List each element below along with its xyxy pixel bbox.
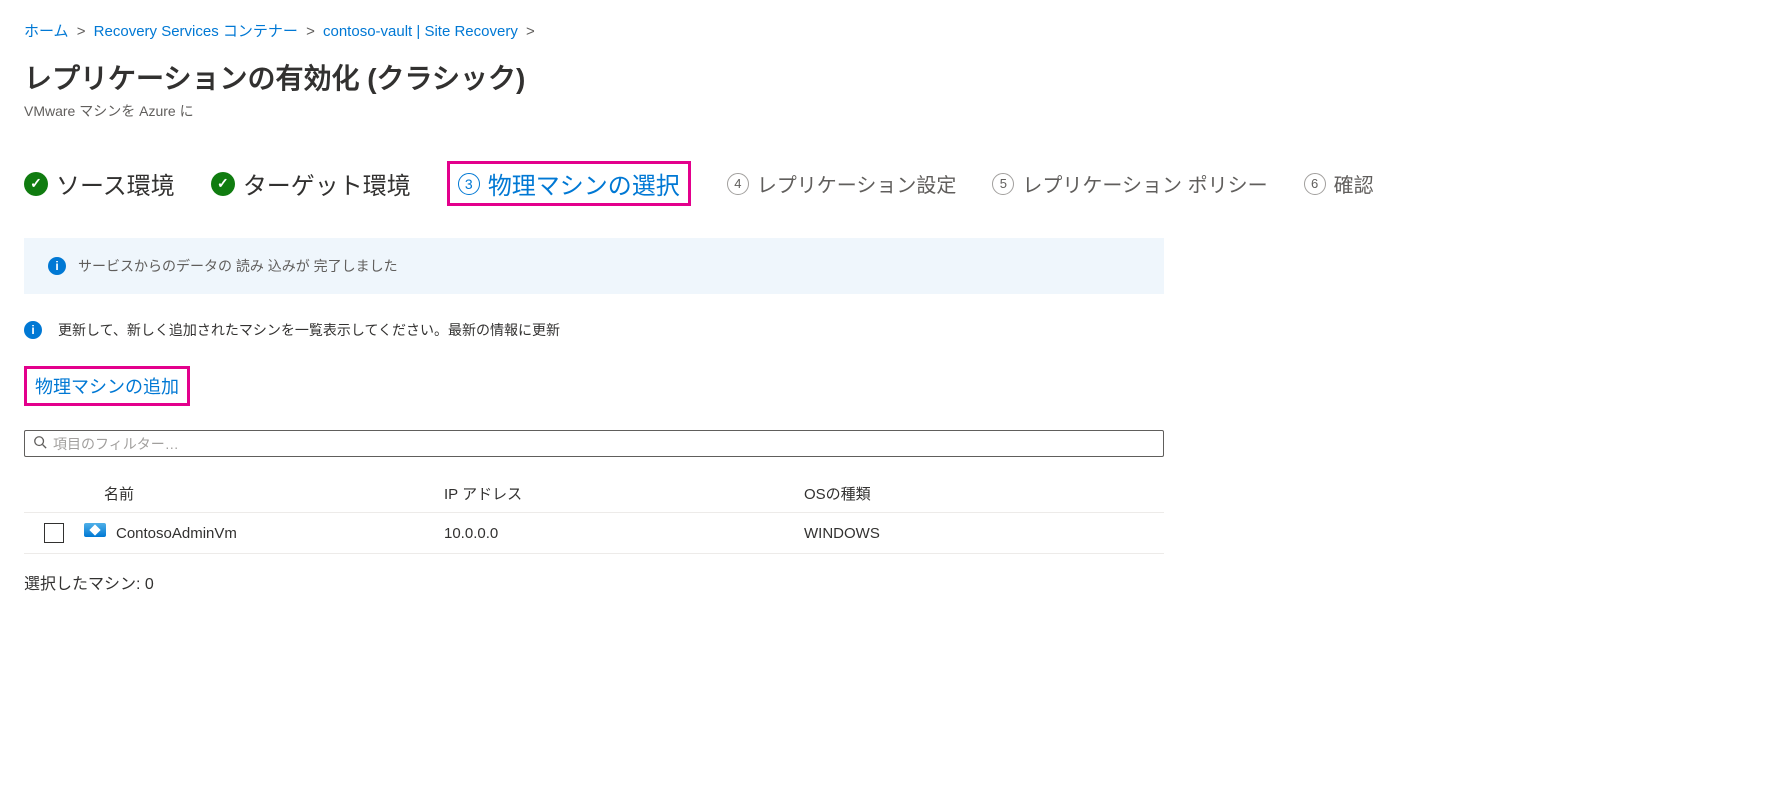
checkmark-icon: ✓ (24, 172, 48, 196)
page-subtitle: VMware マシンを Azure に (24, 101, 1752, 121)
checkmark-icon: ✓ (211, 172, 235, 196)
info-banner-text: サービスからのデータの 読み 込みが 完了しました (78, 256, 398, 276)
step-physical-machines[interactable]: 3 物理マシンの選択 (447, 161, 691, 206)
chevron-right-icon: > (73, 23, 90, 40)
column-header-ip[interactable]: IP アドレス (444, 483, 804, 504)
info-icon: i (48, 257, 66, 275)
breadcrumb: ホーム > Recovery Services コンテナー > contoso-… (24, 16, 1752, 53)
add-physical-machine-label: 物理マシンの追加 (35, 377, 179, 397)
step-label: ソース環境 (56, 166, 175, 201)
machine-os: WINDOWS (804, 525, 1164, 542)
breadcrumb-vault[interactable]: contoso-vault | Site Recovery (323, 23, 518, 40)
page-title: レプリケーションの有効化 (クラシック) (24, 57, 1752, 97)
table-header-row: 名前 IP アドレス OSの種類 (24, 475, 1164, 512)
step-source-env[interactable]: ✓ ソース環境 (24, 166, 175, 201)
refresh-hint-text: 更新して、新しく追加されたマシンを一覧表示してください。最新の情報に更新 (58, 320, 560, 340)
chevron-right-icon: > (522, 23, 539, 40)
step-label: レプリケーション設定 (757, 169, 957, 198)
step-label: 物理マシンの選択 (488, 166, 680, 201)
selection-value: 0 (145, 576, 154, 593)
column-header-os[interactable]: OSの種類 (804, 483, 1164, 504)
step-label: ターゲット環境 (243, 166, 411, 201)
machines-table: 名前 IP アドレス OSの種類 ContosoAdminVm 10.0.0.0… (24, 475, 1164, 554)
add-physical-machine-link[interactable]: 物理マシンの追加 (24, 366, 190, 406)
breadcrumb-rsv[interactable]: Recovery Services コンテナー (94, 23, 298, 40)
machine-ip: 10.0.0.0 (444, 525, 804, 542)
selection-label: 選択したマシン: (24, 576, 145, 593)
filter-box[interactable] (24, 430, 1164, 457)
table-row[interactable]: ContosoAdminVm 10.0.0.0 WINDOWS (24, 512, 1164, 554)
vm-icon (84, 523, 106, 543)
step-number: 6 (1304, 173, 1326, 195)
breadcrumb-home[interactable]: ホーム (24, 23, 69, 40)
step-replication-policy[interactable]: 5 レプリケーション ポリシー (992, 169, 1267, 198)
wizard-steps: ✓ ソース環境 ✓ ターゲット環境 3 物理マシンの選択 4 レプリケーション設… (24, 161, 1752, 206)
column-header-name[interactable]: 名前 (84, 483, 444, 504)
step-number: 4 (727, 173, 749, 195)
step-label: レプリケーション ポリシー (1022, 169, 1267, 198)
machine-name: ContosoAdminVm (116, 525, 237, 542)
search-icon (33, 435, 47, 452)
row-checkbox[interactable] (44, 523, 64, 543)
step-label: 確認 (1334, 169, 1374, 198)
selection-count: 選択したマシン: 0 (24, 570, 1752, 594)
filter-input[interactable] (53, 436, 1155, 452)
chevron-right-icon: > (302, 23, 319, 40)
info-icon: i (24, 321, 42, 339)
step-number: 5 (992, 173, 1014, 195)
step-confirm[interactable]: 6 確認 (1304, 169, 1374, 198)
step-target-env[interactable]: ✓ ターゲット環境 (211, 166, 411, 201)
step-number: 3 (458, 173, 480, 195)
info-banner: i サービスからのデータの 読み 込みが 完了しました (24, 238, 1164, 294)
step-replication-settings[interactable]: 4 レプリケーション設定 (727, 169, 957, 198)
refresh-hint-row: i 更新して、新しく追加されたマシンを一覧表示してください。最新の情報に更新 (24, 320, 1752, 340)
